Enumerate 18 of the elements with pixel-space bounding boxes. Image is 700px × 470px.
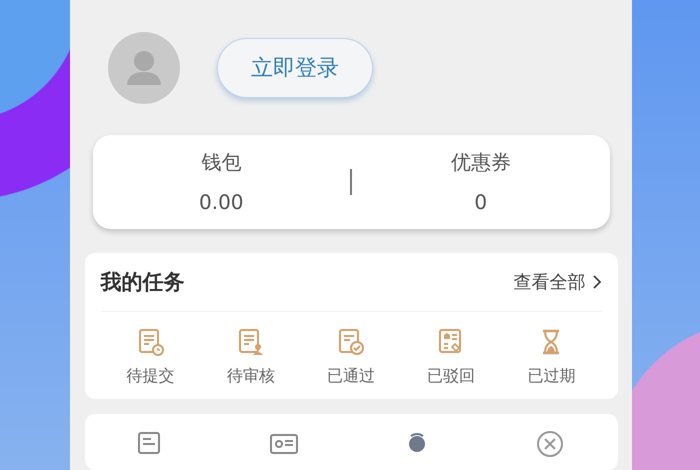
wallet-label[interactable]: 优惠券 (450, 149, 511, 176)
crossed-circle-icon[interactable] (536, 430, 566, 458)
section-title: 我的任务 (100, 268, 184, 296)
view-all-link[interactable]: 查看全部 (514, 270, 602, 294)
login-button[interactable]: 立即登录 (217, 38, 373, 98)
chevron-icon (592, 274, 602, 290)
task-status-item[interactable]: 已驳回 (411, 328, 492, 387)
wallet-value[interactable]: 0 (474, 190, 488, 214)
wallet-label[interactable]: 钱包 (201, 149, 242, 176)
avatar-icon[interactable] (108, 32, 180, 104)
task-status-item[interactable]: 待审核 (210, 328, 291, 387)
document-person-icon (236, 328, 265, 356)
task-status-item[interactable]: 待提交 (110, 328, 191, 387)
task-status-item[interactable]: 已通过 (310, 328, 391, 387)
task-status-item[interactable]: 已过期 (511, 328, 592, 387)
document-clock-icon (136, 328, 165, 356)
document-check-icon (336, 328, 365, 356)
wallet-value[interactable]: 0.00 (198, 190, 244, 214)
